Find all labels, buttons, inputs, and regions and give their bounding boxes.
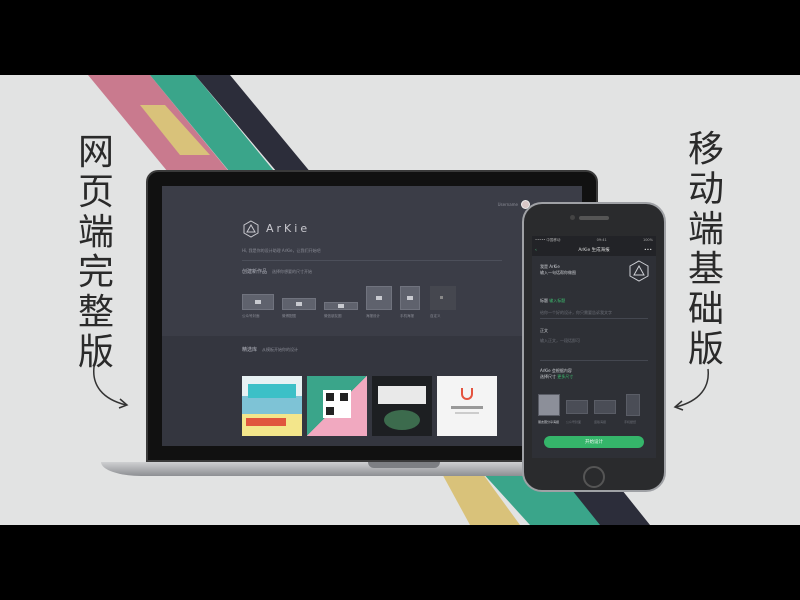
tagline: Hi, 我是你的设计助理 ArKie，让我们开始吧	[242, 248, 321, 253]
qr-corner	[326, 393, 334, 401]
field-body-label: 正文	[540, 328, 548, 333]
create-section-hint: 选择你想要的尺寸开始	[272, 269, 312, 274]
caption-char: 基	[687, 249, 724, 290]
size-tile-mobile-poster[interactable]	[400, 286, 420, 310]
divider	[540, 360, 648, 361]
template-thumbnail-logo[interactable]	[437, 376, 497, 436]
user-menu[interactable]: Username	[498, 200, 530, 209]
caption-char: 端	[77, 212, 114, 253]
thumb-graphic	[248, 384, 296, 398]
caption-char: 完	[77, 252, 114, 293]
size-tile-custom[interactable]	[430, 286, 456, 310]
letterbox: 网 页 端 完 整 版 移 动 端 基 础 版 Username ArKie H…	[0, 0, 800, 600]
back-chevron-icon[interactable]: ‹	[535, 248, 537, 253]
thumb-text-block	[246, 418, 286, 426]
size-option-moments[interactable]	[538, 394, 560, 416]
status-bar: ••••• 中国移动 09:41 100%	[532, 236, 656, 244]
curved-arrow-icon	[93, 366, 129, 409]
logo-u-icon	[461, 388, 473, 400]
divider	[540, 318, 648, 319]
size-tile-weibo[interactable]	[282, 298, 316, 310]
size-option-vertical[interactable]	[594, 400, 616, 414]
template-thumbnail-photo[interactable]	[372, 376, 432, 436]
caption-mobile-basic: 移 动 端 基 础 版	[684, 130, 728, 370]
label-text: 标题	[540, 298, 548, 303]
tile-label: 海报设计	[366, 314, 380, 318]
camera-icon	[570, 215, 575, 220]
caption-char: 页	[77, 172, 114, 213]
laptop-screen: Username ArKie Hi, 我是你的设计助理 ArKie，让我们开始吧…	[162, 186, 582, 446]
field-body-input[interactable]: 输入正文，一段话即可	[540, 338, 580, 344]
size-option-label: 手机壁纸	[624, 420, 637, 424]
size-option-wallpaper[interactable]	[626, 394, 640, 416]
divider	[242, 260, 502, 261]
tile-label: 公众号封面	[242, 314, 260, 318]
clock: 09:41	[596, 238, 607, 242]
option-value: 选择尺寸	[540, 374, 556, 379]
field-subtitle-input[interactable]: 给你一个好的设计，你只需要告诉我文字	[540, 310, 612, 316]
dots-icon	[440, 296, 443, 299]
caption-char: 移	[687, 129, 724, 170]
caption-char: 端	[687, 209, 724, 250]
image-icon	[376, 296, 382, 300]
option-row: 选择尺寸 更多尺寸	[540, 374, 573, 380]
caption-char: 整	[77, 292, 114, 333]
thumb-text-line	[455, 412, 479, 414]
phone-mockup: ••••• 中国移动 09:41 100% ‹ ArKie 生成海报 ••• 我…	[522, 202, 666, 492]
field-title-input[interactable]: 输入标题	[549, 298, 565, 303]
size-option-label: 朋友圈分享海报	[538, 420, 560, 424]
qr-code-icon	[323, 390, 351, 418]
home-button[interactable]	[583, 466, 605, 488]
web-header-section: Username ArKie Hi, 我是你的设计助理 ArKie，让我们开始吧…	[162, 186, 582, 336]
image-icon	[255, 300, 261, 304]
size-tile-poster[interactable]	[366, 286, 392, 310]
template-gallery-section: 精选库 从模板开始你的设计	[162, 336, 582, 446]
image-icon	[407, 296, 413, 300]
caption-web-full: 网 页 端 完 整 版	[74, 133, 118, 373]
thumb-text-line	[451, 406, 483, 409]
user-name: Username	[497, 202, 518, 207]
size-option-wechat-cover[interactable]	[566, 400, 588, 414]
nav-title: ArKie 生成海报	[578, 248, 610, 253]
more-icon[interactable]: •••	[644, 248, 652, 253]
template-section-title: 精选库	[242, 347, 258, 353]
field-title-label: 标题 输入标题	[540, 298, 565, 304]
laptop-notch	[368, 462, 440, 468]
template-thumbnail-qr[interactable]	[307, 376, 367, 436]
size-option-label: 竖版海报	[594, 420, 607, 424]
template-section-hint: 从模板开始你的设计	[262, 347, 298, 352]
caption-char: 版	[687, 329, 724, 370]
caption-char: 础	[687, 289, 724, 330]
tile-label: 手机海报	[400, 314, 414, 318]
nav-bar: ‹ ArKie 生成海报 •••	[532, 244, 656, 256]
thumb-plant	[384, 410, 420, 430]
size-tile-moments[interactable]	[324, 302, 358, 310]
tile-label: 微信朋友圈	[324, 314, 342, 318]
image-icon	[296, 302, 302, 306]
tile-label: 微博配图	[282, 314, 296, 318]
caption-char: 动	[687, 169, 724, 210]
size-tile-wechat-cover[interactable]	[242, 294, 274, 310]
arkie-logo-icon	[629, 260, 649, 282]
curved-arrow-icon	[673, 368, 709, 411]
arkie-logo-icon	[243, 220, 259, 238]
thumb-photo	[378, 386, 426, 404]
template-thumbnail-travel[interactable]	[242, 376, 302, 436]
image-icon	[338, 304, 344, 308]
caption-char: 网	[77, 132, 114, 173]
presentation-slide: 网 页 端 完 整 版 移 动 端 基 础 版 Username ArKie H…	[0, 75, 800, 525]
tile-label: 自定义	[430, 314, 441, 318]
start-design-button[interactable]: 开始设计	[544, 436, 644, 448]
qr-corner	[340, 393, 348, 401]
size-option-label: 公众号封面	[566, 420, 582, 424]
carrier: ••••• 中国移动	[535, 237, 561, 242]
more-sizes-link[interactable]: 更多尺寸	[557, 374, 573, 379]
greeting-line-2: 输入一句话帮你做图	[540, 270, 576, 275]
qr-corner	[326, 407, 334, 415]
battery: 100%	[642, 238, 653, 242]
speaker-grille	[579, 216, 609, 220]
create-section-title: 创建新作品	[242, 269, 268, 275]
brand-name: ArKie	[266, 222, 311, 235]
phone-screen: ••••• 中国移动 09:41 100% ‹ ArKie 生成海报 ••• 我…	[532, 236, 656, 458]
